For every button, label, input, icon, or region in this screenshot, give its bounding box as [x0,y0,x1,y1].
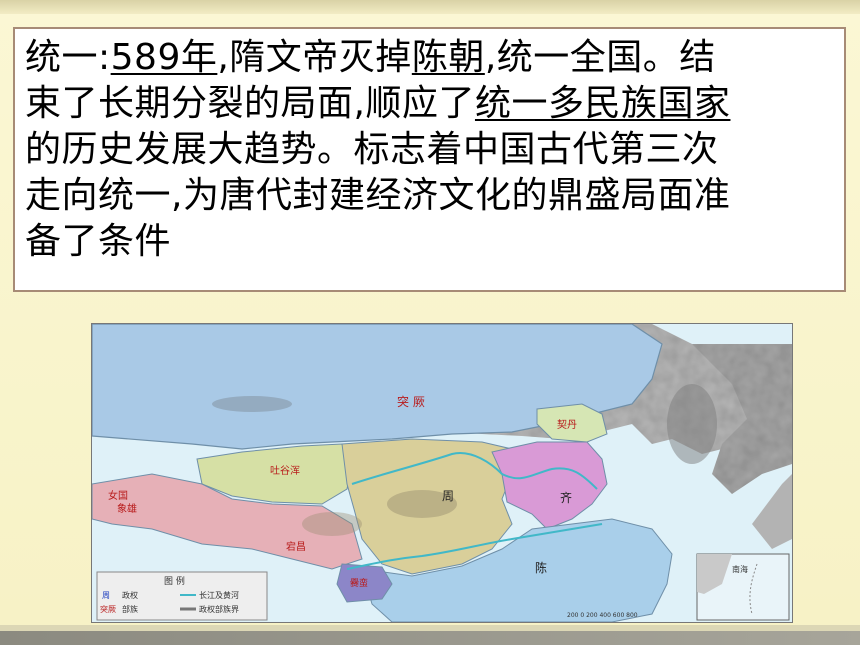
legend-regime-text: 政权 [122,590,138,600]
underlined-dynasty: 陈朝 [411,37,485,78]
south-sea-inset: 南海 [696,553,790,621]
text-line-2: 束了长期分裂的局面,顺应了统一多民族国家 [25,81,836,127]
text-segment: 统一: [25,37,111,78]
text-line-5: 备了条件 [25,221,172,262]
text-line-3: 的历史发展大趋势。标志着中国古代第三次 [25,129,719,170]
label-chen: 陈 [535,560,547,575]
history-text-box: 统一:589年,隋文帝灭掉陈朝,统一全国。结 束了长期分裂的局面,顺应了统一多民… [13,27,846,292]
label-xiangxiong: 象雄 [117,502,137,515]
label-qidan: 契丹 [557,418,577,431]
text-segment: 束了长期分裂的局面,顺应了 [25,83,475,124]
legend-regime-sample: 周 [102,591,110,600]
map-legend: 图 例 周 政权 突厥 部族 长江及黄河 政权部族界 [96,571,268,621]
mountain-shade [667,384,717,464]
legend-border-text: 政权部族界 [199,604,239,614]
slide-bottom-band [0,625,860,645]
label-zhou: 周 [442,489,454,503]
label-cuan: 爨蛮 [350,577,368,589]
inset-label: 南海 [732,564,748,574]
label-tujue: 突 厥 [397,394,425,409]
legend-title: 图 例 [164,575,185,587]
underlined-phrase: 统一多民族国家 [474,83,731,124]
text-line-1: 统一:589年,隋文帝灭掉陈朝,统一全国。结 [25,35,836,81]
slide-bottom-bar [0,631,860,645]
mountain-shade [212,396,292,412]
map-svg: 突 厥 契丹 吐谷浑 周 齐 陈 女国 象雄 宕昌 爨蛮 图 例 周 政权 突厥… [92,324,792,622]
label-tuyuhun: 吐谷浑 [270,464,300,477]
legend-tribe-sample: 突厥 [100,604,116,614]
legend-river-text: 长江及黄河 [199,590,239,600]
label-dangchang: 宕昌 [286,540,306,553]
legend-tribe-text: 部族 [122,604,138,614]
scale-bar: 200 0 200 400 600 800 [567,612,638,619]
text-line-4: 走向统一,为唐代封建经济文化的鼎盛局面准 [25,175,731,216]
label-nvguo: 女国 [108,489,128,502]
slide-top-bar [0,0,860,14]
historical-map: 突 厥 契丹 吐谷浑 周 齐 陈 女国 象雄 宕昌 爨蛮 图 例 周 政权 突厥… [91,323,793,623]
label-qi: 齐 [560,490,572,505]
mountain-shade [302,512,362,536]
underlined-year: 589年 [110,37,218,78]
text-segment: ,隋文帝灭掉 [217,37,412,78]
text-segment: ,统一全国。结 [484,37,716,78]
